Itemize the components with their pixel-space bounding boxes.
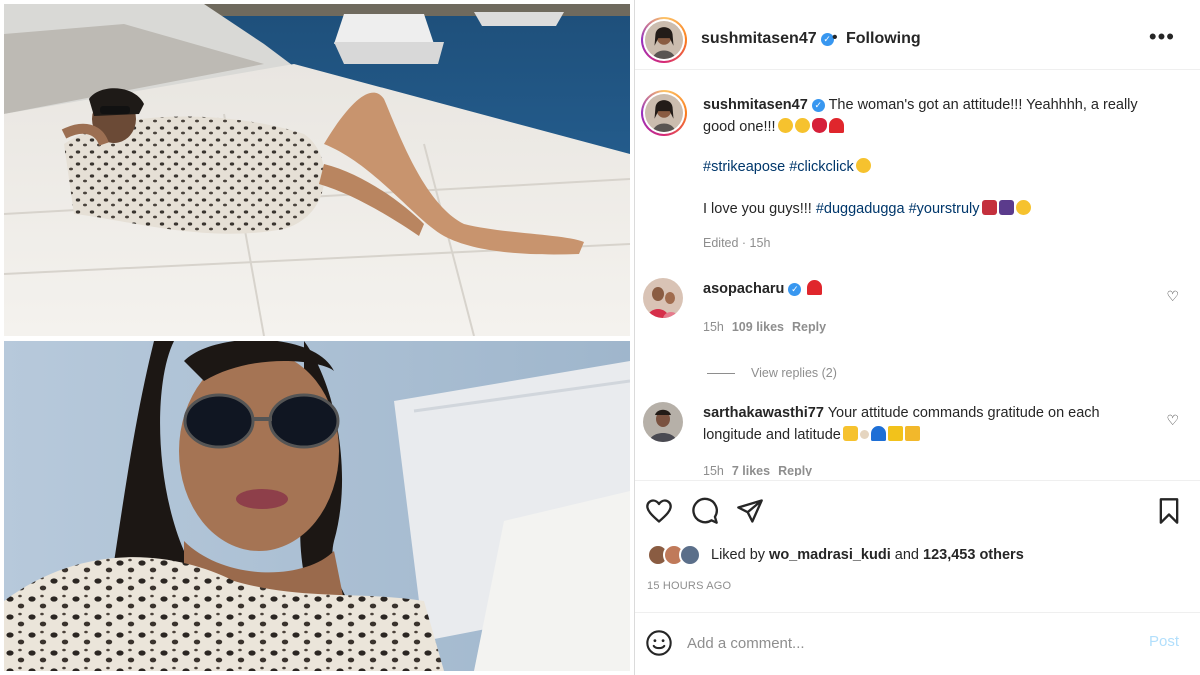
post-timestamp[interactable]: 15 HOURS AGO [647, 580, 731, 592]
likes-summary: Liked by wo_madrasi_kudi and 123,453 oth… [647, 544, 1187, 568]
comments-list[interactable]: sushmitasen47 ✓ The woman's got an attitu… [635, 80, 1200, 476]
liked-by-prefix: Liked by [711, 547, 766, 563]
bookmark-icon[interactable] [1155, 497, 1183, 525]
post-actions-bar [635, 480, 1200, 540]
comment-text-1: asopacharu ✓ [703, 278, 1153, 300]
view-replies-line [707, 373, 735, 375]
comment-likes-2[interactable]: 7 likes [732, 464, 770, 476]
comment-text-2: sarthakawasthi77 Your attitude commands … [703, 402, 1153, 446]
laugh-emoji-icon [1015, 200, 1031, 215]
crown-emoji-icon [904, 426, 920, 441]
liked-by-and: and [894, 547, 919, 563]
caption-line-3: I love you guys!!! #duggadugga #yourstru… [703, 198, 1153, 220]
comment-time-2: 15h [703, 464, 724, 476]
comment-username-1[interactable]: asopacharu [703, 281, 784, 297]
photo-collage [0, 0, 632, 675]
red-heart-emoji-icon [828, 118, 844, 133]
comment-icon[interactable] [691, 497, 719, 525]
comment-reply-button-2[interactable]: Reply [778, 464, 812, 476]
post-header: sushmitasen47 ✓ • Following ••• [635, 10, 1200, 70]
sunglasses-emoji-icon [855, 158, 871, 173]
liked-by-text: Liked by wo_madrasi_kudi and 123,453 oth… [711, 547, 1024, 563]
caption-text: sushmitasen47 ✓ The woman's got an attitu… [703, 94, 1153, 138]
caption-timestamp: Edited · 15h [703, 236, 771, 250]
comment-verified-badge-icon: ✓ [788, 283, 802, 296]
liked-by-user-link[interactable]: wo_madrasi_kudi [769, 547, 891, 563]
comment-avatar-asopacharu[interactable] [643, 278, 683, 318]
view-replies-label: View replies (2) [751, 366, 837, 380]
blue-heart-emoji-icon [870, 426, 886, 441]
post-panel: sushmitasen47 ✓ • Following ••• sushmitas… [634, 0, 1200, 675]
liked-by-others-link[interactable]: 123,453 others [923, 547, 1024, 563]
caption-verified-badge-icon: ✓ [811, 99, 825, 112]
author-avatar[interactable] [641, 17, 687, 63]
author-username[interactable]: sushmitasen47 ✓ [701, 30, 834, 48]
small-emoji-icon [859, 430, 869, 439]
view-replies-button[interactable]: View replies (2) [707, 366, 837, 380]
comment-like-heart-icon-2[interactable]: ♡ [1166, 412, 1179, 429]
comment-time-1: 15h [703, 320, 724, 334]
comment-reply-button-1[interactable]: Reply [792, 320, 826, 334]
following-button[interactable]: Following [846, 30, 921, 48]
caption-username[interactable]: sushmitasen47 [703, 97, 808, 113]
post-comment-button[interactable]: Post [1149, 633, 1179, 650]
folded-hands-emoji-icon [842, 426, 858, 441]
dancer-emoji-icon [981, 200, 997, 215]
share-icon[interactable] [736, 497, 764, 525]
caption-hashtags: #strikeapose #clickclick [703, 156, 1153, 178]
smile-icon[interactable] [645, 629, 673, 657]
comment-avatar-sarthakawasthi77[interactable] [643, 402, 683, 442]
panel-top-divider [635, 0, 1200, 4]
caption-love-text: I love you guys!!! [703, 201, 812, 217]
caption-hashtag-links-2[interactable]: #duggadugga #yourstruly [816, 201, 980, 217]
caption-hashtag-links[interactable]: #strikeapose #clickclick [703, 159, 854, 175]
heart-icon[interactable] [645, 497, 673, 525]
more-options-icon[interactable]: ••• [1149, 24, 1175, 50]
header-separator: • [832, 29, 838, 46]
smiley-emoji-icon [777, 118, 793, 133]
post-photo-selfie[interactable] [4, 341, 630, 671]
comment-input[interactable] [687, 631, 1107, 655]
comment-like-heart-icon-1[interactable]: ♡ [1166, 288, 1179, 305]
post-photo-yacht[interactable] [4, 4, 630, 336]
caption-author-avatar[interactable] [641, 90, 687, 136]
comment-meta-2: 15h 7 likes Reply [703, 464, 812, 476]
music-emoji-icon [998, 200, 1014, 215]
sparkles-emoji-icon [887, 426, 903, 441]
lips-emoji-icon [811, 118, 827, 133]
liked-avatar-3 [679, 544, 701, 566]
comment-meta-1: 15h 109 likes Reply [703, 320, 826, 334]
liked-by-avatars[interactable] [647, 544, 707, 566]
red-heart-emoji-icon-2 [807, 280, 823, 295]
comment-username-2[interactable]: sarthakawasthi77 [703, 405, 824, 421]
add-comment-bar: Post [635, 612, 1200, 675]
grin-emoji-icon [794, 118, 810, 133]
comment-likes-1[interactable]: 109 likes [732, 320, 784, 334]
